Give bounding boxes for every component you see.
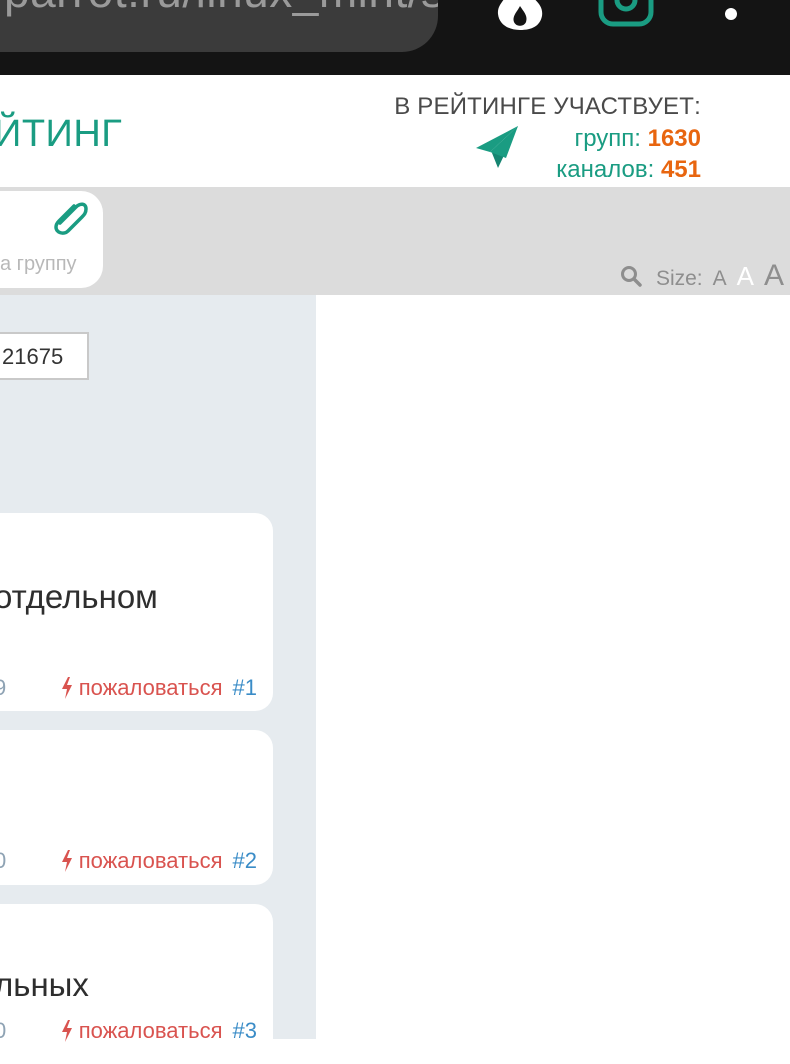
- paperclip-icon[interactable]: [52, 199, 90, 235]
- address-bar[interactable]: parrot.ru/linux_mint/s: [0, 0, 438, 52]
- post-text: отдельном: [0, 578, 158, 615]
- font-size-controls: Size: A A A: [620, 259, 784, 293]
- instagram-icon[interactable]: [598, 0, 654, 28]
- post-card[interactable]: отдельном 9 пожаловаться #1: [0, 513, 273, 711]
- channels-stat: каналов: 451: [556, 156, 701, 184]
- channels-label: каналов:: [556, 156, 661, 183]
- post-number[interactable]: #1: [233, 675, 257, 701]
- posts-column: 21675 отдельном 9 пожаловаться #1 0 пожа…: [0, 295, 316, 1064]
- complain-label: пожаловаться: [78, 848, 223, 873]
- right-panel: [316, 295, 790, 1039]
- post-meta: пожаловаться #1: [61, 675, 257, 701]
- post-meta-count: 9: [0, 675, 7, 700]
- groups-label: групп:: [574, 125, 648, 152]
- complain-link[interactable]: пожаловаться: [61, 675, 223, 701]
- channels-count: 451: [660, 156, 701, 183]
- browser-toolbar: parrot.ru/linux_mint/s: [0, 0, 790, 75]
- lightning-icon: [61, 850, 72, 872]
- complain-label: пожаловаться: [78, 675, 223, 700]
- url-text: parrot.ru/linux_mint/s: [4, 0, 438, 18]
- complain-link[interactable]: пожаловаться: [61, 1018, 223, 1044]
- fire-icon[interactable]: [494, 0, 546, 30]
- telegram-icon: [476, 126, 518, 168]
- post-card[interactable]: льных 0 пожаловаться #3: [0, 904, 273, 1064]
- post-card[interactable]: 0 пожаловаться #2: [0, 730, 273, 885]
- post-number[interactable]: #3: [233, 1018, 257, 1044]
- size-small-button[interactable]: A: [713, 267, 727, 291]
- size-medium-button[interactable]: A: [737, 261, 754, 292]
- post-meta: пожаловаться #2: [61, 848, 257, 874]
- groups-stat: групп: 1630: [574, 125, 701, 153]
- id-field[interactable]: 21675: [0, 332, 89, 380]
- add-group-card[interactable]: а группу: [0, 191, 103, 288]
- size-large-button[interactable]: A: [764, 259, 784, 293]
- post-number[interactable]: #2: [233, 848, 257, 874]
- more-vert-icon[interactable]: [722, 0, 740, 24]
- rating-label: В РЕЙТИНГЕ УЧАСТВУЕТ:: [394, 93, 701, 120]
- complain-label: пожаловаться: [78, 1018, 223, 1043]
- lightning-icon: [61, 677, 72, 699]
- post-meta-count: 0: [0, 1018, 7, 1043]
- search-icon[interactable]: [620, 265, 642, 287]
- site-header: ЙТИНГ В РЕЙТИНГЕ УЧАСТВУЕТ: групп: 1630 …: [0, 75, 790, 188]
- complain-link[interactable]: пожаловаться: [61, 848, 223, 874]
- post-meta-count: 0: [0, 848, 7, 873]
- post-meta: пожаловаться #3: [61, 1018, 257, 1044]
- action-bar: а группу Size: A A A: [0, 187, 790, 295]
- post-text: льных: [0, 966, 89, 1003]
- add-group-text: а группу: [0, 253, 77, 275]
- groups-count: 1630: [647, 125, 701, 152]
- site-title[interactable]: ЙТИНГ: [0, 113, 122, 156]
- size-label: Size:: [655, 267, 703, 290]
